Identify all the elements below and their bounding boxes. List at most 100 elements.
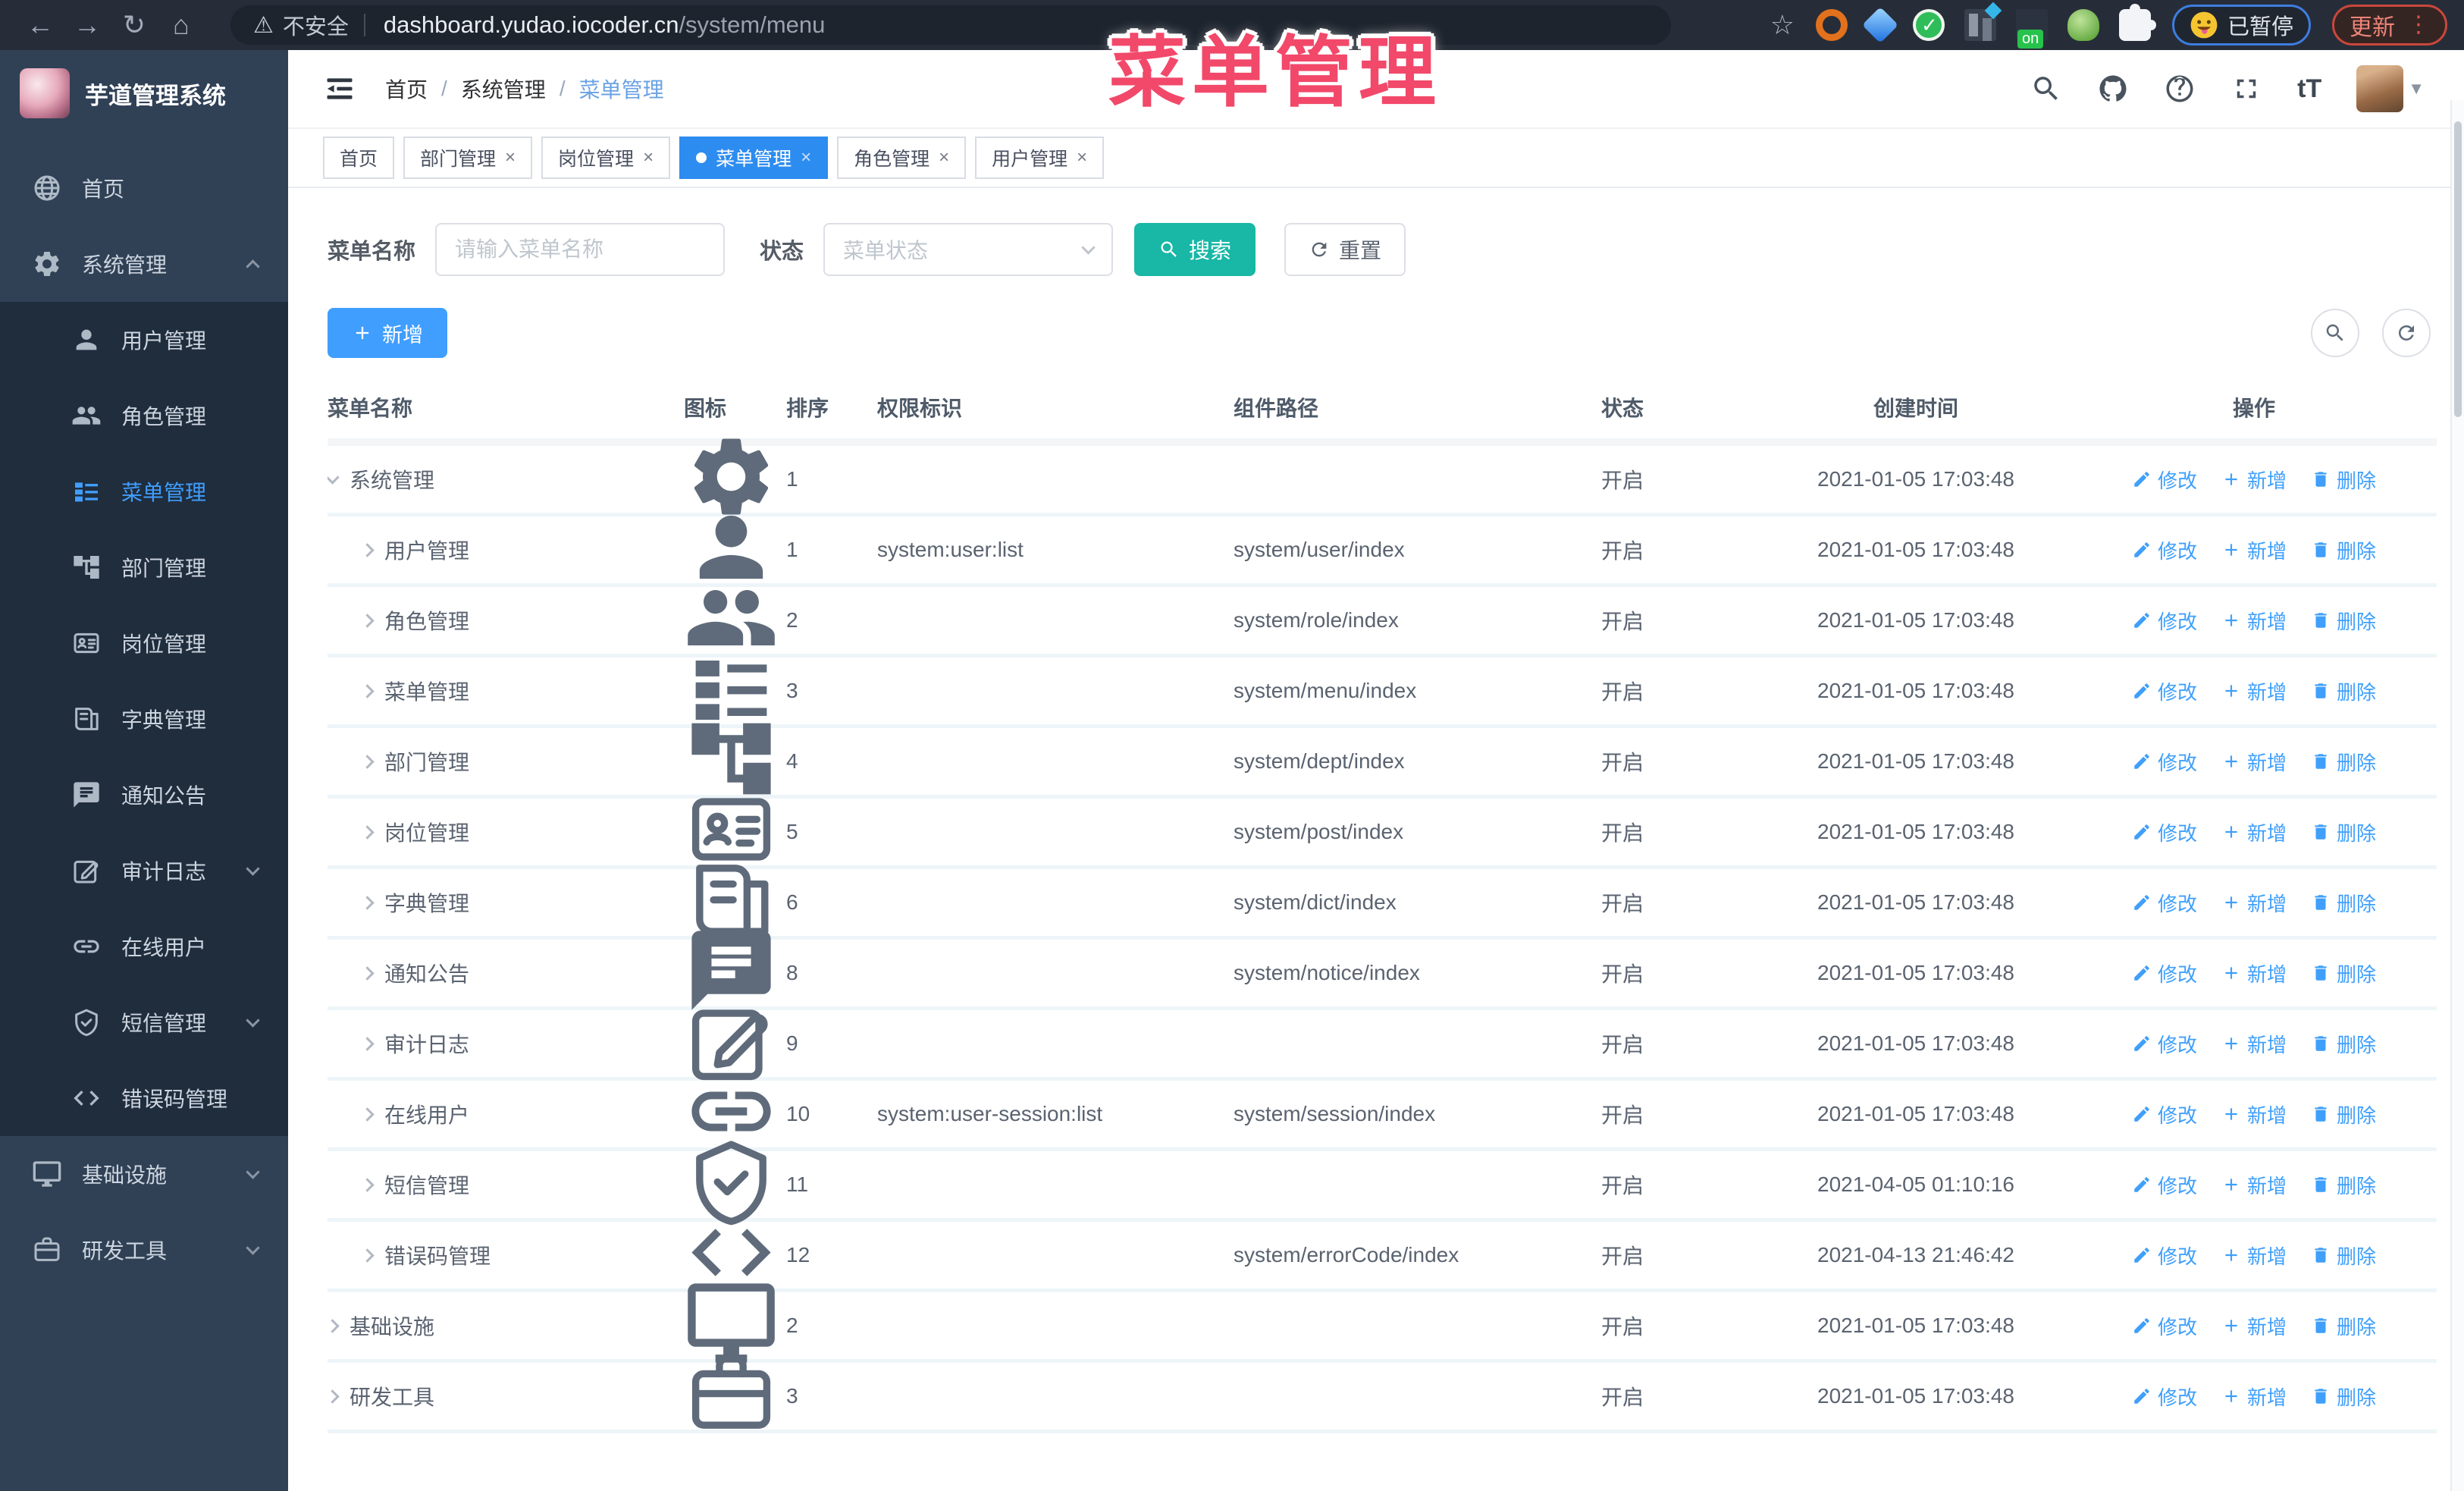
columns-extension-icon[interactable] [1964, 9, 1996, 41]
delete-action[interactable]: 删除 [2311, 818, 2376, 846]
add-action[interactable]: 新增 [2221, 889, 2287, 917]
sidebar-item-6[interactable]: 岗位管理 [0, 605, 288, 681]
table-row[interactable]: 审计日志 9 开启 2021-01-05 17:03:48 修改 新增 删除 [328, 1009, 2437, 1081]
search-icon[interactable] [2030, 73, 2062, 105]
tab-close-icon[interactable]: × [939, 147, 949, 168]
table-row[interactable]: 用户管理 1 system:user:list system/user/inde… [328, 515, 2437, 587]
browser-home-icon[interactable]: ⌂ [158, 9, 205, 41]
delete-action[interactable]: 删除 [2311, 677, 2376, 705]
tab-close-icon[interactable]: × [801, 147, 811, 168]
sidebar-item-9[interactable]: 审计日志 [0, 833, 288, 909]
delete-action[interactable]: 删除 [2311, 748, 2376, 776]
edit-action[interactable]: 修改 [2132, 1312, 2197, 1340]
edit-action[interactable]: 修改 [2132, 959, 2197, 987]
sidebar-item-7[interactable]: 字典管理 [0, 681, 288, 757]
table-row[interactable]: 角色管理 2 system/role/index 开启 2021-01-05 1… [328, 587, 2437, 658]
tree-expand-icon[interactable] [360, 1106, 375, 1122]
edit-action[interactable]: 修改 [2132, 1383, 2197, 1411]
browser-back-icon[interactable]: ← [17, 9, 64, 41]
add-action[interactable]: 新增 [2221, 536, 2287, 564]
green-animal-extension-icon[interactable] [2067, 9, 2099, 41]
table-row[interactable]: 基础设施 2 开启 2021-01-05 17:03:48 修改 新增 删除 [328, 1283, 2437, 1363]
browser-reload-icon[interactable]: ↻ [111, 9, 158, 41]
scrollbar[interactable] [2450, 100, 2464, 1491]
delete-action[interactable]: 删除 [2311, 1100, 2376, 1128]
puzzle-extension-icon[interactable] [2118, 4, 2151, 41]
sidebar-item-3[interactable]: 角色管理 [0, 378, 288, 454]
tree-expand-icon[interactable] [328, 1318, 340, 1333]
sidebar-item-12[interactable]: 错误码管理 [0, 1060, 288, 1136]
edit-action[interactable]: 修改 [2132, 1100, 2197, 1128]
edit-action[interactable]: 修改 [2132, 1241, 2197, 1270]
add-action[interactable]: 新增 [2221, 959, 2287, 987]
blue-gem-extension-icon[interactable] [1861, 6, 1899, 44]
edit-action[interactable]: 修改 [2132, 677, 2197, 705]
paused-extension-pill[interactable]: 已暂停 [2171, 5, 2311, 46]
github-icon[interactable] [2097, 73, 2129, 105]
green-check-extension-icon[interactable] [1912, 9, 1945, 41]
tab-用户管理[interactable]: 用户管理 × [975, 137, 1105, 179]
tab-角色管理[interactable]: 角色管理 × [837, 137, 967, 179]
breadcrumb-item[interactable]: 首页 [385, 74, 428, 104]
delete-action[interactable]: 删除 [2311, 1171, 2376, 1199]
sidebar-item-8[interactable]: 通知公告 [0, 757, 288, 833]
delete-action[interactable]: 删除 [2311, 607, 2376, 635]
table-row[interactable]: 字典管理 6 system/dict/index 开启 2021-01-05 1… [328, 865, 2437, 940]
browser-forward-icon[interactable]: → [64, 9, 111, 41]
tree-expand-icon[interactable] [360, 895, 375, 910]
user-avatar[interactable] [2356, 65, 2404, 112]
breadcrumb-item[interactable]: 系统管理 [461, 74, 546, 104]
add-action[interactable]: 新增 [2221, 818, 2287, 846]
sidebar-item-1[interactable]: 系统管理 [0, 226, 288, 302]
tree-expand-icon[interactable] [360, 754, 375, 769]
table-row[interactable]: 系统管理 1 开启 2021-01-05 17:03:48 修改 新增 删除 [328, 438, 2437, 516]
table-row[interactable]: 在线用户 10 system:user-session:list system/… [328, 1081, 2437, 1151]
edit-action[interactable]: 修改 [2132, 1030, 2197, 1058]
delete-action[interactable]: 删除 [2311, 889, 2376, 917]
tab-close-icon[interactable]: × [643, 147, 654, 168]
add-action[interactable]: 新增 [2221, 677, 2287, 705]
status-select[interactable]: 菜单状态 [823, 223, 1114, 276]
tree-expand-icon[interactable] [328, 469, 340, 485]
sidebar-item-5[interactable]: 部门管理 [0, 529, 288, 605]
edit-action[interactable]: 修改 [2132, 1171, 2197, 1199]
edit-action[interactable]: 修改 [2132, 536, 2197, 564]
delete-action[interactable]: 删除 [2311, 959, 2376, 987]
add-button[interactable]: 新增 [328, 308, 447, 358]
table-row[interactable]: 短信管理 11 开启 2021-04-05 01:10:16 修改 新增 删除 [328, 1141, 2437, 1226]
help-icon[interactable] [2164, 73, 2196, 105]
sidebar-item-4[interactable]: 菜单管理 [0, 454, 288, 529]
tree-expand-icon[interactable] [360, 1177, 375, 1192]
reset-button[interactable]: 重置 [1284, 223, 1406, 276]
table-row[interactable]: 部门管理 4 system/dept/index 开启 2021-01-05 1… [328, 723, 2437, 799]
delete-action[interactable]: 删除 [2311, 536, 2376, 564]
address-bar[interactable]: ⚠ 不安全 dashboard.yudao.iocoder.cn/system/… [230, 5, 1671, 45]
breadcrumb-item[interactable]: 菜单管理 [579, 74, 664, 104]
tree-expand-icon[interactable] [360, 1248, 375, 1263]
add-action[interactable]: 新增 [2221, 1171, 2287, 1199]
tree-expand-icon[interactable] [360, 824, 375, 840]
delete-action[interactable]: 删除 [2311, 1312, 2376, 1340]
edit-action[interactable]: 修改 [2132, 818, 2197, 846]
add-action[interactable]: 新增 [2221, 1241, 2287, 1270]
sidebar-item-10[interactable]: 在线用户 [0, 909, 288, 984]
font-size-icon[interactable]: tT [2297, 74, 2321, 104]
tree-expand-icon[interactable] [360, 965, 375, 981]
tree-expand-icon[interactable] [360, 683, 375, 698]
search-button[interactable]: 搜索 [1134, 223, 1256, 276]
orange-ring-extension-icon[interactable] [1815, 9, 1848, 41]
tab-close-icon[interactable]: × [1077, 147, 1087, 168]
toggle-search-button[interactable] [2311, 309, 2359, 357]
table-row[interactable]: 通知公告 8 system/notice/index 开启 2021-01-05… [328, 931, 2437, 1010]
edit-action[interactable]: 修改 [2132, 466, 2197, 494]
scrollbar-thumb[interactable] [2454, 121, 2462, 417]
sidebar-item-13[interactable]: 基础设施 [0, 1136, 288, 1212]
delete-action[interactable]: 删除 [2311, 466, 2376, 494]
table-row[interactable]: 研发工具 3 开启 2021-01-05 17:03:48 修改 新增 删除 [328, 1354, 2437, 1433]
tree-expand-icon[interactable] [360, 613, 375, 628]
delete-action[interactable]: 删除 [2311, 1030, 2376, 1058]
sidebar-item-14[interactable]: 研发工具 [0, 1212, 288, 1288]
sidebar-item-11[interactable]: 短信管理 [0, 984, 288, 1060]
tab-菜单管理[interactable]: 菜单管理 × [679, 137, 829, 179]
edit-action[interactable]: 修改 [2132, 748, 2197, 776]
